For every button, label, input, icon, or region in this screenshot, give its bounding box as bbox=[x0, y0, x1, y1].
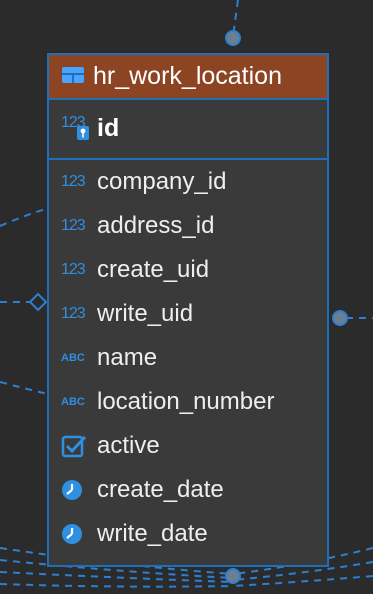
column-name: write_date bbox=[97, 520, 208, 547]
relation-line-bottom-7 bbox=[232, 575, 373, 587]
numeric-type-icon: 123 bbox=[61, 173, 86, 190]
column-name: name bbox=[97, 344, 158, 371]
column-row[interactable]: ABC name bbox=[61, 341, 157, 375]
relation-diamond-marker bbox=[28, 292, 48, 312]
column-name: create_date bbox=[97, 476, 224, 503]
entity-table-box[interactable]: hr_work_location 123 id 123 company_id 1… bbox=[47, 53, 329, 567]
primary-key-icon: 123 bbox=[61, 114, 93, 142]
column-row[interactable]: write_date bbox=[61, 517, 208, 551]
numeric-type-icon: 123 bbox=[61, 217, 86, 234]
text-type-icon: ABC bbox=[61, 352, 85, 364]
numeric-type-icon: 123 bbox=[61, 305, 86, 322]
column-name: address_id bbox=[97, 212, 215, 239]
table-icon bbox=[61, 66, 85, 88]
er-diagram-canvas: hr_work_location 123 id 123 company_id 1… bbox=[0, 0, 373, 594]
column-name: company_id bbox=[97, 168, 227, 195]
column-row[interactable]: 123 company_id bbox=[61, 165, 226, 199]
column-row[interactable]: 123 write_uid bbox=[61, 297, 193, 331]
column-name: active bbox=[97, 432, 160, 459]
column-row[interactable]: ABC location_number bbox=[61, 385, 274, 419]
primary-key-section: 123 id bbox=[49, 100, 327, 160]
column-row[interactable]: 123 address_id bbox=[61, 209, 214, 243]
relation-line-bottom-4 bbox=[0, 583, 234, 588]
column-row[interactable]: 123 create_uid bbox=[61, 253, 209, 287]
connector-dot-right bbox=[332, 310, 348, 326]
column-row[interactable]: active bbox=[61, 429, 160, 463]
column-name: write_uid bbox=[97, 300, 194, 327]
column-name: location_number bbox=[97, 388, 275, 415]
column-row[interactable]: create_date bbox=[61, 473, 224, 507]
relation-line-bottom-3 bbox=[0, 571, 234, 583]
entity-header[interactable]: hr_work_location bbox=[49, 55, 327, 100]
datetime-clock-icon bbox=[61, 522, 93, 546]
text-type-icon: ABC bbox=[61, 396, 85, 408]
column-name: create_uid bbox=[97, 256, 210, 283]
connector-dot-bottom bbox=[225, 568, 241, 584]
numeric-type-icon: 123 bbox=[61, 261, 86, 278]
table-name: hr_work_location bbox=[93, 62, 282, 90]
relation-line-top bbox=[232, 0, 239, 37]
boolean-checkbox-icon bbox=[61, 434, 93, 458]
connector-dot-top bbox=[225, 30, 241, 46]
datetime-clock-icon bbox=[61, 478, 93, 502]
primary-key-row[interactable]: 123 id bbox=[61, 112, 119, 144]
primary-key-label: id bbox=[97, 113, 120, 142]
